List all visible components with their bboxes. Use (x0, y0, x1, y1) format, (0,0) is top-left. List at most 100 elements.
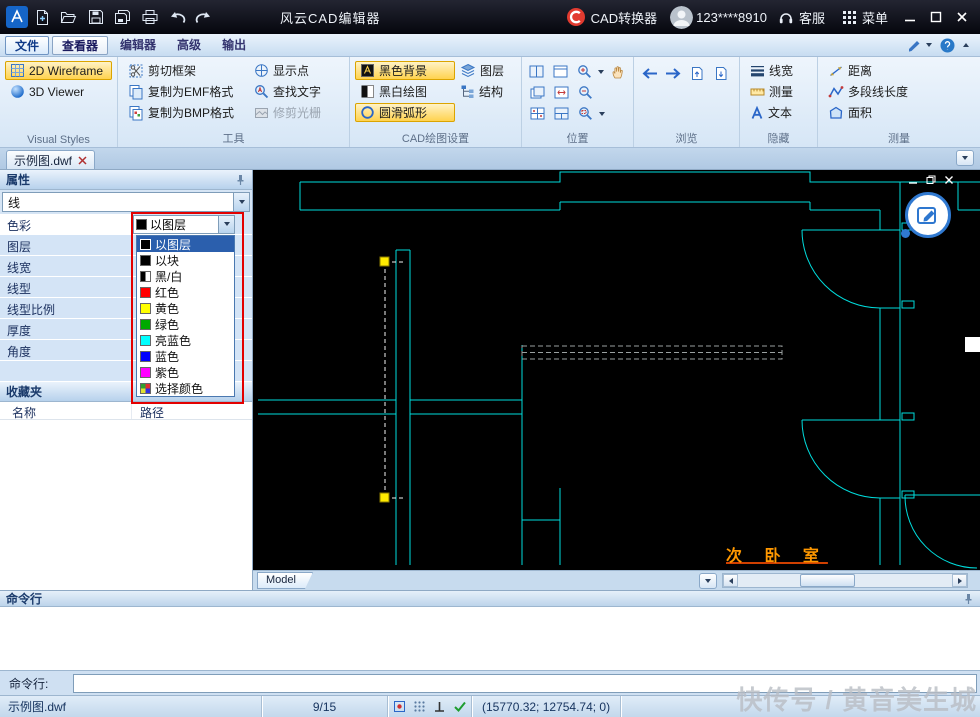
ortho-icon[interactable] (433, 700, 446, 713)
tab-advanced[interactable]: 高级 (168, 36, 210, 55)
scroll-right-button[interactable] (952, 574, 967, 587)
multi-view-icon[interactable] (527, 105, 547, 123)
save-button[interactable] (83, 5, 109, 29)
favorites-list[interactable] (0, 420, 252, 590)
command-output[interactable] (0, 607, 980, 671)
show-points-button[interactable]: 显示点 (249, 61, 326, 80)
new-file-button[interactable] (29, 5, 55, 29)
color-value-combobox[interactable]: 以图层 (133, 214, 235, 234)
color-option-byblock[interactable]: 以块 (137, 252, 234, 268)
visual-style-3d-viewer-button[interactable]: 3D Viewer (5, 82, 112, 101)
copy-emf-button[interactable]: 复制为EMF格式 (123, 82, 249, 101)
document-tab[interactable]: 示例图.dwf (6, 150, 96, 169)
entity-type-dropdown-button[interactable] (233, 193, 249, 211)
zoom-in-icon[interactable] (575, 63, 595, 81)
split-view-icon[interactable] (527, 63, 547, 81)
tab-viewer[interactable]: 查看器 (52, 35, 109, 55)
polyline-length-button[interactable]: 多段线长度 (823, 82, 975, 101)
favorites-column-name[interactable]: 名称 (0, 402, 132, 420)
color-option-cyan[interactable]: 亮蓝色 (137, 332, 234, 348)
favorites-column-path[interactable]: 路径 (132, 402, 252, 420)
pin-icon[interactable] (235, 174, 246, 186)
tab-list-chevron-button[interactable] (956, 150, 974, 166)
command-input[interactable] (73, 673, 977, 693)
hide-text-button[interactable]: 文本 (745, 103, 812, 122)
command-pin-icon[interactable] (963, 593, 974, 605)
cad-converter-button[interactable]: CAD转换器 (566, 7, 657, 27)
save-all-button[interactable] (110, 5, 136, 29)
help-icon[interactable] (940, 38, 955, 53)
zoom-window-dropdown-icon[interactable] (599, 111, 605, 116)
object-snap-icon[interactable] (393, 700, 406, 713)
property-label-lineweight[interactable]: 线宽 (0, 256, 132, 276)
customer-service-button[interactable]: 客服 (778, 8, 825, 27)
menu-button[interactable]: 菜单 (842, 8, 888, 27)
pan-hand-icon[interactable] (608, 63, 628, 81)
undo-button[interactable] (164, 5, 190, 29)
user-avatar[interactable] (670, 5, 694, 29)
scroll-left-button[interactable] (723, 574, 738, 587)
fit-view-icon[interactable] (551, 84, 571, 102)
structure-button[interactable]: 结构 (455, 82, 509, 101)
redo-button[interactable] (191, 5, 217, 29)
color-option-pick-color[interactable]: 选择颜色 (137, 380, 234, 396)
tab-file[interactable]: 文件 (5, 35, 50, 55)
view-back-icon[interactable] (639, 64, 659, 82)
print-button[interactable] (137, 5, 163, 29)
color-option-bylayer[interactable]: 以图层 (137, 236, 234, 252)
color-dropdown-button[interactable] (218, 215, 234, 233)
property-label-color[interactable]: 色彩 (0, 214, 132, 234)
property-label-linetype-scale[interactable]: 线型比例 (0, 298, 132, 318)
bw-drawing-button[interactable]: 黑白绘图 (355, 82, 455, 101)
canvas-minimize-button[interactable] (908, 175, 918, 185)
tab-output[interactable]: 输出 (213, 36, 255, 55)
color-option-blackwhite[interactable]: 黑/白 (137, 268, 234, 284)
property-label-linetype[interactable]: 线型 (0, 277, 132, 297)
drawing-canvas[interactable]: 次 卧 室 (253, 170, 980, 570)
color-option-red[interactable]: 红色 (137, 284, 234, 300)
hide-measure-button[interactable]: 测量 (745, 82, 812, 101)
copy-bmp-button[interactable]: 复制为BMP格式 (123, 103, 249, 122)
layers-button[interactable]: 图层 (455, 61, 509, 80)
visual-style-2d-wireframe-button[interactable]: 2D Wireframe (5, 61, 112, 80)
grid-icon[interactable] (413, 700, 426, 713)
zoom-in-dropdown-icon[interactable] (598, 69, 605, 74)
zoom-window-icon[interactable] (575, 105, 595, 123)
property-label-angle[interactable]: 角度 (0, 340, 132, 360)
close-button[interactable] (949, 5, 974, 29)
draft-check-icon[interactable] (453, 700, 467, 713)
hide-lineweight-button[interactable]: 线宽 (745, 61, 812, 80)
color-option-magenta[interactable]: 紫色 (137, 364, 234, 380)
document-tab-close-icon[interactable] (78, 155, 87, 165)
next-sheet-icon[interactable] (711, 64, 731, 82)
maximize-button[interactable] (923, 5, 948, 29)
distance-button[interactable]: 距离 (823, 61, 975, 80)
entity-type-combobox[interactable]: 线 (2, 192, 250, 212)
single-view-icon[interactable] (551, 63, 571, 81)
tab-editor[interactable]: 编辑器 (111, 36, 165, 55)
style-pen-button[interactable] (907, 38, 932, 52)
color-option-green[interactable]: 绿色 (137, 316, 234, 332)
viewport-grid-icon[interactable] (551, 105, 571, 123)
model-tab[interactable]: Model (257, 572, 313, 589)
area-button[interactable]: 面积 (823, 103, 975, 122)
canvas-restore-button[interactable] (926, 175, 936, 185)
collapse-ribbon-icon[interactable] (963, 43, 969, 47)
zoom-out-icon[interactable] (575, 84, 595, 102)
open-file-button[interactable] (56, 5, 82, 29)
trim-raster-button[interactable]: 修剪光栅 (249, 103, 326, 122)
color-option-yellow[interactable]: 黄色 (137, 300, 234, 316)
copy-view-icon[interactable] (527, 84, 547, 102)
find-text-button[interactable]: 查找文字 (249, 82, 326, 101)
clip-frame-button[interactable]: 剪切框架 (123, 61, 249, 80)
scrollbar-track[interactable] (738, 574, 952, 587)
view-forward-icon[interactable] (663, 64, 683, 82)
horizontal-scrollbar[interactable] (722, 573, 968, 588)
property-label-layer[interactable]: 图层 (0, 235, 132, 255)
black-background-button[interactable]: 黑色背景 (355, 61, 455, 80)
panel-collapse-button[interactable] (699, 572, 717, 589)
prev-sheet-icon[interactable] (687, 64, 707, 82)
scrollbar-thumb[interactable] (800, 574, 855, 587)
canvas-close-button[interactable] (944, 175, 954, 185)
minimize-button[interactable] (897, 5, 922, 29)
